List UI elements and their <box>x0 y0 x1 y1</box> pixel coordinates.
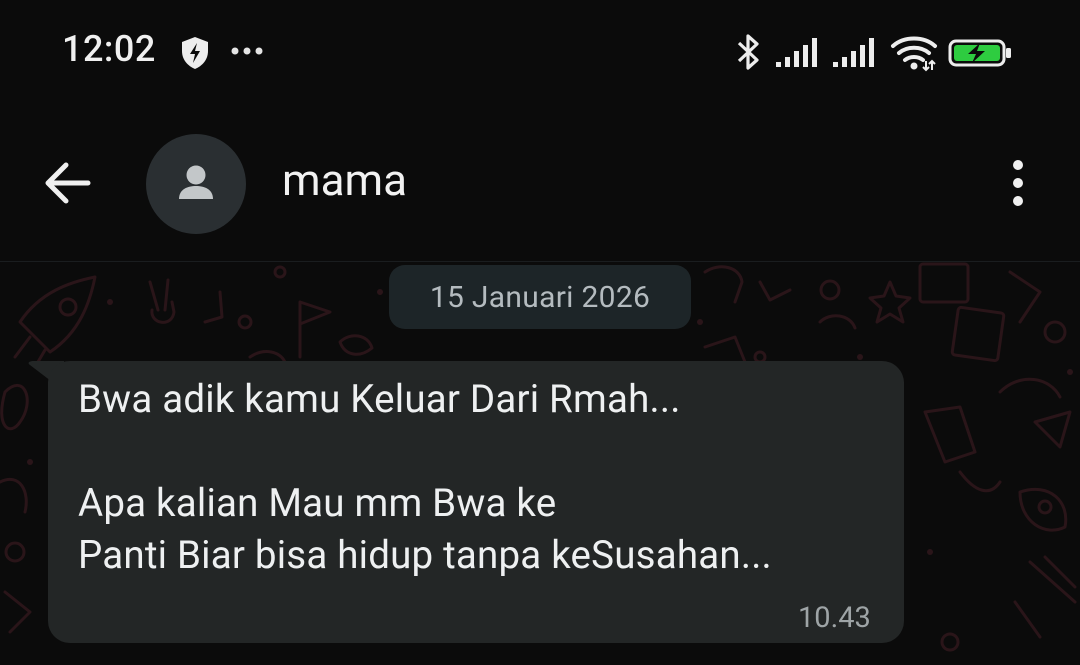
status-time: 12:02 <box>62 28 156 70</box>
back-button[interactable] <box>40 155 96 211</box>
more-dots-icon <box>231 47 263 55</box>
battery-charging-icon <box>948 39 1011 67</box>
message-timestamp: 10.43 <box>798 601 871 635</box>
date-separator-chip: 15 Januari 2026 <box>389 265 691 329</box>
signal-icon <box>833 38 874 67</box>
arrow-left-icon <box>45 162 91 204</box>
bluetooth-icon <box>737 34 759 70</box>
message-text-line: Panti Biar bisa hidup tanpa keSusahan... <box>78 533 772 578</box>
wifi-icon <box>891 36 937 72</box>
contact-name[interactable]: mama <box>282 154 407 206</box>
status-bar: 12:02 <box>0 0 1080 110</box>
more-vertical-icon <box>1013 160 1023 206</box>
avatar[interactable] <box>146 134 246 234</box>
more-options-button[interactable] <box>1000 155 1036 211</box>
signal-icon <box>776 38 817 67</box>
person-icon <box>179 165 213 199</box>
shield-bolt-icon <box>182 37 208 69</box>
message-text-line: Bwa adik kamu Keluar Dari Rmah... <box>78 377 681 422</box>
message-text-line: Apa kalian Mau mm Bwa ke <box>78 481 557 526</box>
